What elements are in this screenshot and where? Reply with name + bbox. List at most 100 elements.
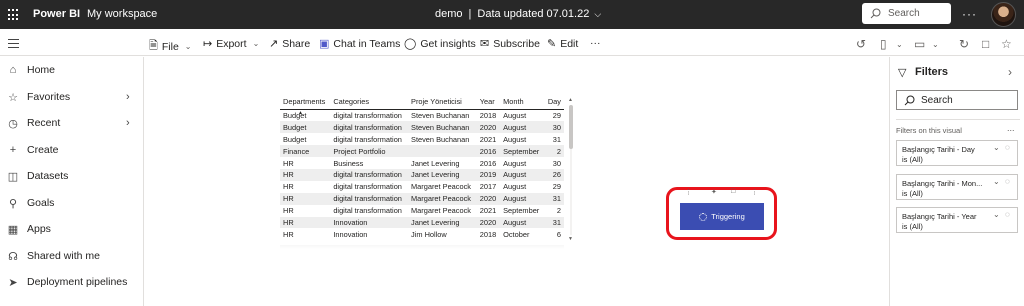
data-updated-label: Data updated 07.01.22	[477, 8, 590, 20]
column-header[interactable]: Month	[500, 95, 545, 110]
chevron-down-icon[interactable]: ⌵	[594, 9, 601, 20]
table-visual[interactable]: Departments Categories Proje Yöneticisi …	[280, 95, 586, 249]
sidebar-item-recent[interactable]: ◷ Recent ›	[0, 112, 144, 134]
chevron-down-icon[interactable]: ⌄	[896, 40, 903, 49]
hamburger-menu-icon[interactable]	[8, 39, 19, 48]
table-row[interactable]: HR digital transformation Margaret Peacock…	[280, 205, 564, 217]
sidebar-item-deployment-pipelines[interactable]: ➤ Deployment pipelines	[0, 271, 144, 293]
scroll-up-icon[interactable]: ▲	[568, 97, 573, 103]
global-search-input[interactable]: Search	[862, 3, 951, 24]
triggering-button[interactable]: Triggering	[680, 203, 764, 230]
table-cell: Innovation	[330, 216, 409, 229]
chevron-down-icon[interactable]: ⌄	[993, 177, 1000, 186]
view-icon[interactable]: ▭	[914, 37, 925, 51]
column-header[interactable]: Day	[544, 95, 564, 110]
table-row[interactable]: HR digital transformation Janet Levering 20…	[280, 168, 564, 181]
bookmark-icon[interactable]: ▯	[880, 37, 887, 51]
table-cell: 2018	[479, 229, 497, 239]
table-cell: digital transformation	[333, 111, 402, 121]
favorite-star-icon[interactable]: ☆	[1001, 37, 1012, 51]
more-options-button[interactable]: ···	[962, 7, 977, 21]
pin-icon[interactable]: ✦	[711, 188, 717, 196]
table-cell: 31	[552, 134, 561, 144]
spinner-icon	[699, 212, 708, 221]
clear-filter-icon[interactable]: ◌	[1005, 210, 1010, 219]
search-icon	[870, 8, 881, 19]
table-cell: digital transformation	[333, 206, 402, 216]
table-cell: August	[500, 216, 545, 229]
sidebar-item-datasets[interactable]: ◫ Datasets	[0, 165, 144, 187]
collapse-pane-icon[interactable]: ›	[1008, 65, 1012, 79]
teams-icon: ▣	[319, 38, 330, 50]
table-row[interactable]: HR Innovation Jim Hollow 2018 October 6	[280, 228, 564, 240]
chevron-down-icon[interactable]: ⌄	[993, 143, 1000, 152]
focus-mode-icon[interactable]: □	[731, 188, 735, 195]
sidebar-item-favorites[interactable]: ☆ Favorites ›	[0, 86, 144, 108]
table-row[interactable]: HR Innovation Janet Levering 2020 August 31	[280, 216, 564, 229]
table-row[interactable]: HR digital transformation Margaret Peacock…	[280, 181, 564, 193]
triggering-label: Triggering	[711, 212, 745, 221]
scroll-down-icon[interactable]: ▼	[568, 236, 573, 242]
star-icon: ☆	[8, 91, 18, 104]
report-title[interactable]: demo | Data updated 07.01.22 ⌵	[435, 8, 601, 20]
table-row[interactable]: HR digital transformation Margaret Peacock…	[280, 192, 564, 205]
chat-in-teams-button[interactable]: ▣ Chat in Teams	[319, 37, 400, 51]
table-cell: 2	[556, 206, 561, 216]
clear-filter-icon[interactable]: ◌	[1005, 143, 1010, 152]
filter-card[interactable]: Başlangıç Tarihi - Day is (All) ⌄ ◌	[896, 140, 1018, 166]
table-row[interactable]: Budget digital transformation Steven Bucha…	[280, 133, 564, 145]
avatar[interactable]	[991, 2, 1016, 27]
comment-icon[interactable]: □	[982, 37, 989, 51]
filters-search-input[interactable]: Search	[896, 90, 1018, 110]
sidebar-item-shared-with-me[interactable]: ☊ Shared with me	[0, 245, 144, 267]
file-menu-button[interactable]: 🗎 File ⌄	[149, 37, 191, 56]
table-cell: August	[503, 134, 527, 144]
column-header[interactable]: Proje Yöneticisi	[408, 95, 477, 110]
section-more-button[interactable]: ...	[1007, 123, 1015, 133]
sidebar-item-label: Deployment pipelines	[27, 276, 128, 288]
filters-title: Filters	[915, 66, 949, 78]
table-cell: HR	[283, 182, 294, 192]
chevron-down-icon[interactable]: ⌄	[993, 210, 1000, 219]
drag-handle-icon[interactable]: ⋮	[685, 188, 692, 196]
brand-label[interactable]: Power BI	[33, 8, 80, 20]
edit-button[interactable]: ✎ Edit	[547, 37, 578, 51]
report-toolbar: 🗎 File ⌄ ↦ Export ⌄ ↗ Share ▣ Chat in Te…	[0, 29, 1024, 56]
table-row[interactable]: Finance Project Portfolio 2016 September 2	[280, 145, 564, 158]
refresh-icon[interactable]: ↻	[959, 37, 969, 51]
column-header[interactable]: Year	[476, 95, 501, 110]
sidebar-item-home[interactable]: ⌂ Home	[0, 59, 144, 81]
filter-field-name: Başlangıç Tarihi - Year	[902, 212, 977, 221]
chevron-down-icon[interactable]: ⌄	[932, 40, 939, 49]
table-row[interactable]: HR Business Janet Levering 2016 August 30	[280, 157, 564, 169]
export-menu-button[interactable]: ↦ Export ⌄	[203, 37, 259, 51]
table-cell: 2020	[476, 192, 501, 205]
subscribe-button[interactable]: ✉ Subscribe	[480, 37, 540, 51]
app-launcher-icon[interactable]	[8, 9, 20, 21]
toolbar-more-button[interactable]: ···	[590, 37, 601, 49]
table-scrollbar[interactable]: ▲ ▼	[568, 97, 575, 242]
chevron-right-icon[interactable]: ›	[126, 91, 130, 103]
table-cell: 2021	[479, 134, 497, 144]
filter-card[interactable]: Başlangıç Tarihi - Mon... is (All) ⌄ ◌	[896, 174, 1018, 200]
undo-icon[interactable]: ↺	[856, 37, 866, 51]
sidebar-item-apps[interactable]: ▦ Apps	[0, 218, 144, 240]
sidebar-item-goals[interactable]: ⚲ Goals	[0, 192, 144, 214]
chevron-right-icon[interactable]: ›	[126, 117, 130, 129]
table-cell: 2021	[479, 206, 497, 216]
share-button[interactable]: ↗ Share	[269, 37, 310, 51]
column-header[interactable]: Categories	[330, 95, 409, 110]
table-row[interactable]: Budget digital transformation Steven Bucha…	[280, 121, 564, 134]
filter-card[interactable]: Başlangıç Tarihi - Year is (All) ⌄ ◌	[896, 207, 1018, 233]
column-header[interactable]: Departments	[280, 95, 331, 110]
table-row[interactable]: Budget digital transformation Steven Bucha…	[280, 110, 564, 122]
clear-filter-icon[interactable]: ◌	[1005, 177, 1010, 186]
get-insights-button[interactable]: ◯ Get insights	[404, 37, 476, 51]
filter-state: is (All)	[902, 189, 923, 198]
scrollbar-thumb[interactable]	[569, 105, 573, 149]
visual-more-icon[interactable]: ⋮	[751, 188, 758, 196]
plus-icon: +	[9, 144, 17, 156]
workspace-link[interactable]: My workspace	[87, 8, 157, 20]
sidebar-item-create[interactable]: + Create	[0, 139, 144, 161]
table-cell: August	[503, 182, 527, 192]
